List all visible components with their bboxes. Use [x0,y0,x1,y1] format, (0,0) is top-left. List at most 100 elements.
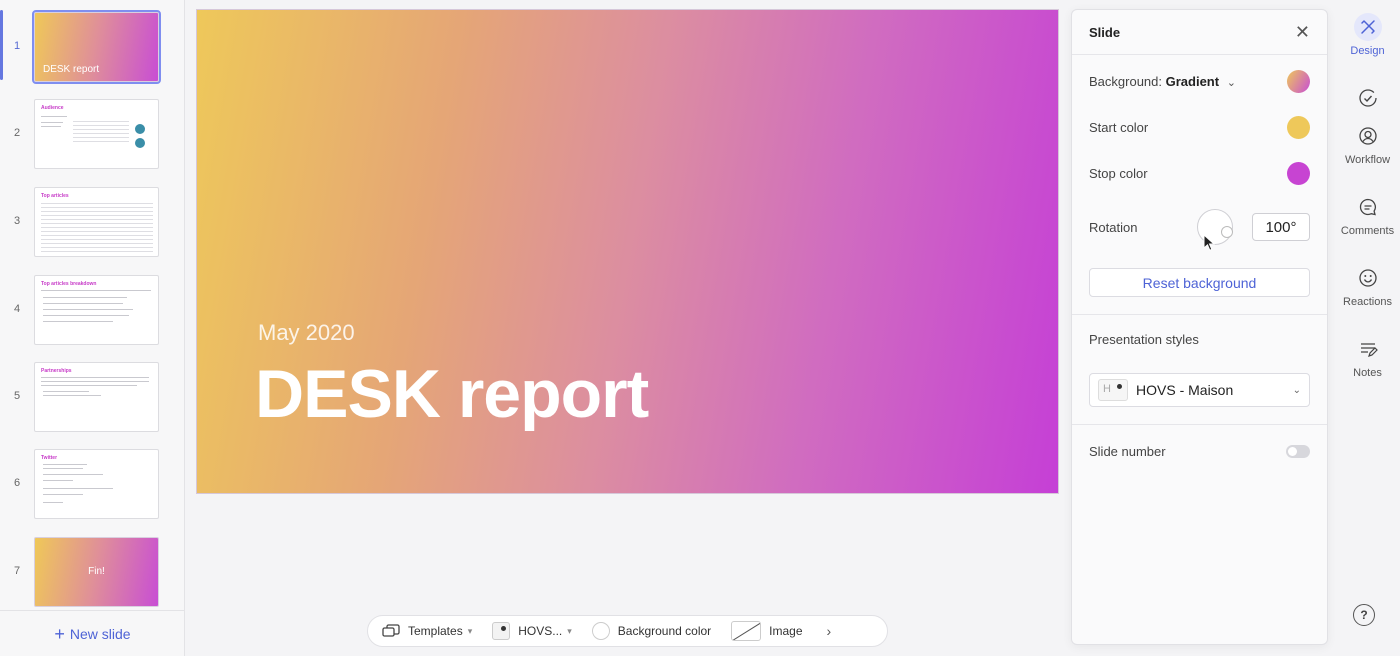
comment-icon [1354,193,1382,221]
slide-thumb-row-4[interactable]: 4 Top articles breakdown [0,275,185,347]
rail-approve[interactable] [1335,84,1400,112]
background-type-dropdown[interactable]: Background: Gradient ⌄ [1089,74,1236,89]
design-icon [1353,13,1382,41]
slide-thumbnail[interactable]: Audience [34,99,159,169]
slide-thumbnail[interactable]: Partnerships [34,362,159,432]
slide-number: 6 [13,477,21,489]
rotation-dial-handle[interactable] [1220,226,1233,238]
templates-button[interactable]: Templates ▾ [382,624,472,638]
slide-thumb-row-3[interactable]: 3 Top articles [0,187,185,259]
rail-design[interactable]: Design [1335,13,1400,57]
background-label: Background: [1089,74,1162,89]
thumb-cover-title: Fin! [88,566,105,577]
presentation-style-value: HOVS - Maison [1136,382,1234,398]
color-circle-icon [591,622,610,640]
slide-number: 5 [13,390,21,402]
start-color-row: Start color [1089,116,1310,139]
thumb-title: Top articles breakdown [41,281,97,287]
templates-label: Templates [408,624,463,638]
background-type-value: Gradient [1165,74,1220,89]
rotation-label: Rotation [1089,219,1138,235]
slide-thumb-row-6[interactable]: 6 Twitter [0,449,185,521]
chevron-down-icon: ⌄ [1292,384,1301,396]
rotation-row: Rotation 100° [1089,209,1310,245]
plus-icon: + [54,623,65,644]
notes-icon [1354,335,1382,363]
background-color-button[interactable]: Background color [591,622,712,640]
style-swatch-icon [492,622,511,640]
thumb-title: Audience [41,105,64,111]
thumb-title: Partnerships [41,368,72,374]
rail-comments[interactable]: Comments [1335,193,1400,237]
thumb-title: Twitter [41,455,58,461]
rail-workflow[interactable]: Workflow [1335,122,1400,166]
rotation-input[interactable]: 100° [1251,213,1310,241]
chevron-down-icon: ▾ [567,625,572,636]
close-icon[interactable]: ✕ [1295,22,1310,43]
thumb-title: Top articles [41,193,69,199]
slide-thumbnail[interactable]: Top articles [34,187,159,257]
slide-number: 4 [13,303,21,315]
panel-title: Slide [1089,24,1121,40]
slide-date-text[interactable]: May 2020 [258,320,355,346]
slide-thumb-row-1[interactable]: 1 DESK report [0,10,185,84]
rail-reactions[interactable]: Reactions [1335,264,1400,308]
stop-color-label: Stop color [1089,166,1148,181]
workflow-label: Workflow [1344,154,1391,166]
slide-settings-panel: Slide ✕ Background: Gradient ⌄ Start col… [1071,9,1328,645]
gradient-swatch[interactable] [1287,70,1310,93]
style-label: HOVS... [518,624,563,638]
comments-label: Comments [1340,225,1395,237]
style-selector-button[interactable]: HOVS... ▾ [492,622,572,640]
slide-thumb-row-7[interactable]: 7 Fin! [0,537,185,609]
image-label: Image [769,624,803,638]
slide-thumb-row-2[interactable]: 2 Audience [0,99,185,171]
chevron-down-icon: ▾ [467,625,473,636]
slide-thumbnail[interactable]: Fin! [34,537,159,607]
user-circle-icon [1354,122,1382,150]
help-icon[interactable]: ? [1353,604,1375,626]
divider [1072,314,1327,315]
slide-thumbnail[interactable]: Twitter [34,449,159,519]
start-color-swatch[interactable] [1287,116,1310,139]
slide-number: 7 [13,565,21,577]
panel-header: Slide ✕ [1072,10,1327,55]
reset-background-button[interactable]: Reset background [1089,268,1310,297]
right-rail: Design Workflow Comments Reactions Notes… [1335,0,1400,656]
reactions-label: Reactions [1343,296,1392,308]
slides-sidebar: 1 DESK report 2 Audience 3 Top articles … [0,0,185,656]
image-placeholder-icon [731,621,762,641]
slide-number-label: Slide number [1089,444,1166,459]
templates-icon [382,624,400,638]
new-slide-button[interactable]: + New slide [0,610,185,656]
smiley-icon [1354,264,1382,292]
slide-number-row: Slide number [1089,444,1310,459]
chevron-right-icon[interactable]: › [827,623,832,639]
slide-canvas[interactable]: May 2020 DESK report [196,9,1059,494]
start-color-label: Start color [1089,120,1149,135]
presentation-styles-row: Presentation styles [1089,332,1310,347]
new-slide-label: New slide [69,625,131,642]
style-preview-icon [1098,379,1128,401]
check-circle-icon [1354,84,1382,112]
slide-number: 2 [13,127,21,139]
slide-number-toggle[interactable] [1286,445,1310,458]
rail-notes[interactable]: Notes [1335,335,1400,379]
background-color-label: Background color [617,624,712,638]
slide-number: 1 [13,40,21,52]
presentation-style-select[interactable]: HOVS - Maison ⌄ [1089,373,1310,407]
design-label: Design [1350,45,1385,57]
slide-number: 3 [13,215,21,227]
image-button[interactable]: Image [731,621,803,641]
chevron-down-icon: ⌄ [1226,77,1236,89]
slide-title-text[interactable]: DESK report [255,355,649,433]
stop-color-swatch[interactable] [1287,162,1310,185]
background-type-row: Background: Gradient ⌄ [1089,70,1310,93]
slide-thumbnail[interactable]: DESK report [32,10,161,84]
slide-thumbnail[interactable]: Top articles breakdown [34,275,159,345]
divider [1072,424,1327,425]
slide-toolbar: Templates ▾ HOVS... ▾ Background color I… [367,615,888,647]
presentation-styles-label: Presentation styles [1089,332,1199,347]
slide-thumb-row-5[interactable]: 5 Partnerships [0,362,185,434]
mouse-cursor-icon [1203,234,1215,251]
